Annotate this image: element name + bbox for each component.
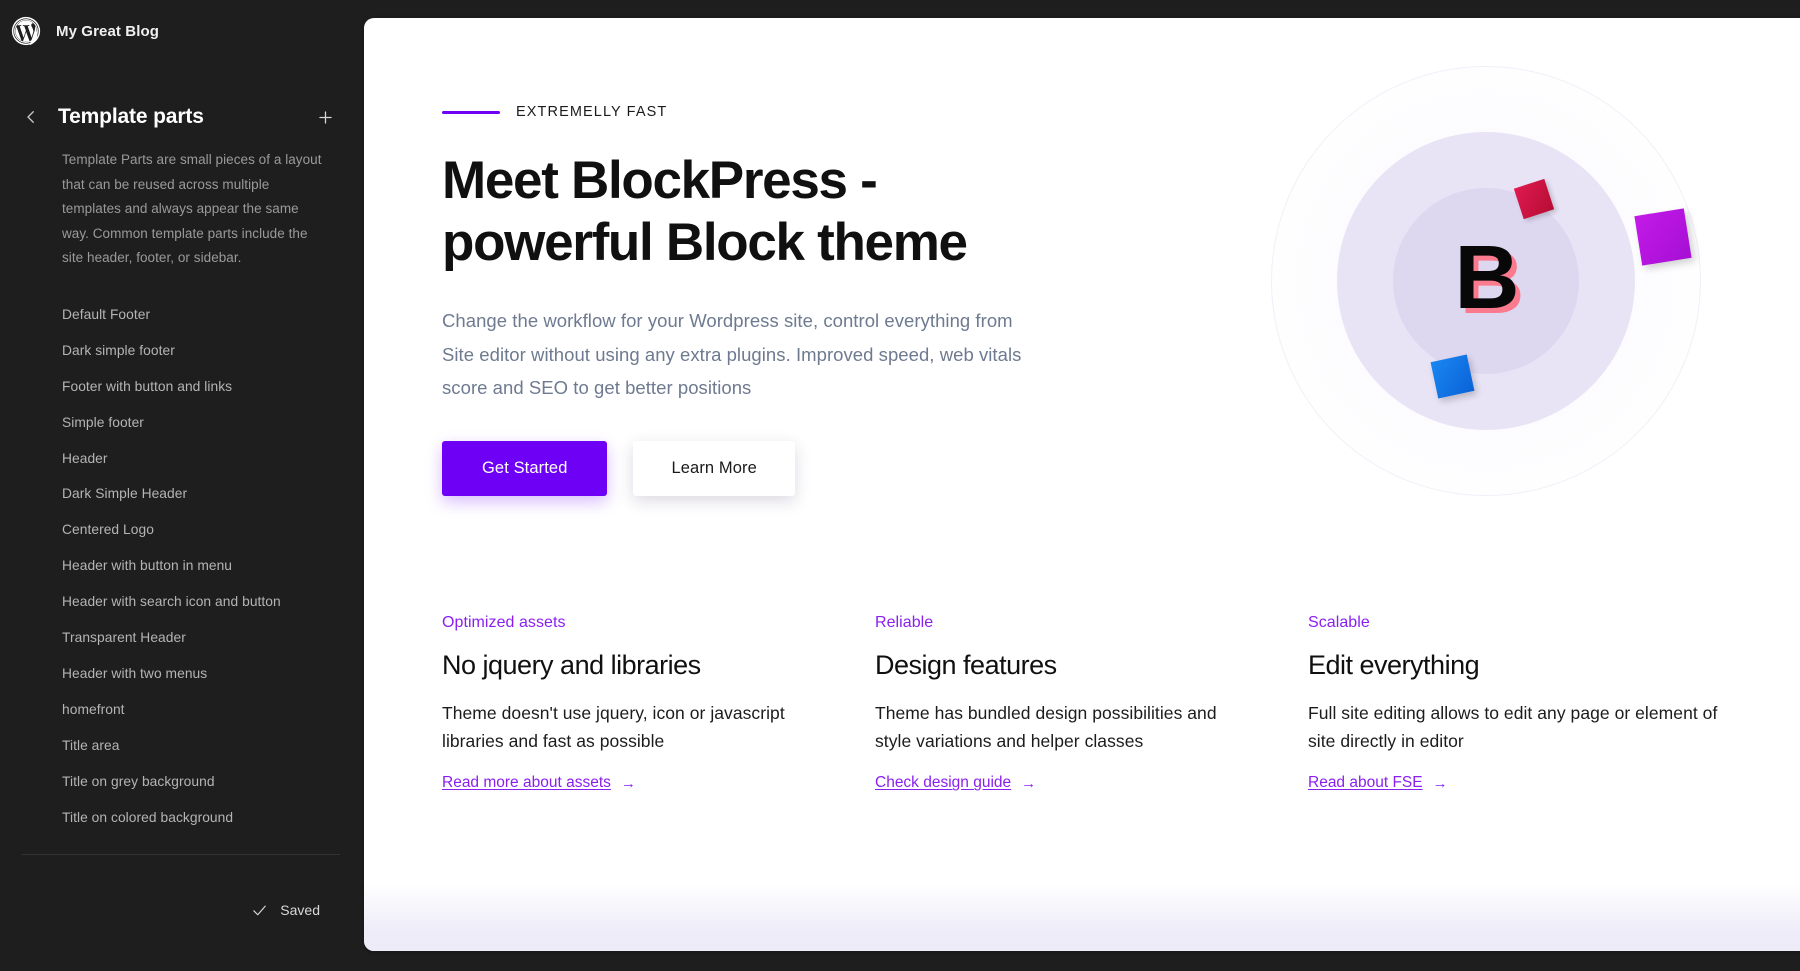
feature-tag: Optimized assets <box>442 613 566 631</box>
list-item[interactable]: Header <box>0 441 364 477</box>
list-item[interactable]: Title area <box>0 728 364 764</box>
feature-column: Reliable Design features Theme has bundl… <box>875 614 1308 792</box>
features-section: Optimized assets No jquery and libraries… <box>364 496 1800 792</box>
site-bar: My Great Blog <box>0 0 364 62</box>
list-item[interactable]: Header with button in menu <box>0 548 364 584</box>
arrow-right-icon: → <box>1432 774 1448 792</box>
arrow-right-icon: → <box>1021 774 1037 792</box>
feature-description[interactable]: Full site editing allows to edit any pag… <box>1308 699 1741 755</box>
eyebrow-rule-icon <box>442 110 500 114</box>
feature-column: Optimized assets No jquery and libraries… <box>442 614 875 792</box>
editor-sidebar: My Great Blog Template parts Template Pa… <box>0 0 364 971</box>
feature-link-text: Check design guide <box>875 774 1012 792</box>
page-title: Template parts <box>58 105 204 128</box>
feature-title[interactable]: Design features <box>875 649 1253 681</box>
feature-title[interactable]: No jquery and libraries <box>442 649 820 681</box>
list-item[interactable]: Dark Simple Header <box>0 476 364 512</box>
hero-eyebrow-text: EXTREMELLY FAST <box>516 104 668 120</box>
panel-header: Template parts <box>0 62 364 132</box>
arrow-right-icon: → <box>620 774 636 792</box>
hero-subtitle[interactable]: Change the workflow for your Wordpress s… <box>442 304 1042 405</box>
wordpress-icon[interactable] <box>10 15 42 47</box>
feature-link-text: Read about FSE <box>1308 774 1423 792</box>
hero-title[interactable]: Meet BlockPress - powerful Block theme <box>442 150 1042 274</box>
list-item[interactable]: Transparent Header <box>0 620 364 656</box>
feature-column: Scalable Edit everything Full site editi… <box>1308 614 1741 792</box>
feature-tag: Scalable <box>1308 613 1370 631</box>
rotated-square-purple-icon <box>1634 208 1692 266</box>
site-title: My Great Blog <box>56 22 159 40</box>
hero-eyebrow: EXTREMELLY FAST <box>442 104 1062 120</box>
feature-description[interactable]: Theme has bundled design possibilities a… <box>875 699 1253 755</box>
checkmark-icon <box>251 902 268 919</box>
feature-link[interactable]: Read more about assets → <box>442 774 636 792</box>
plus-icon[interactable] <box>310 102 340 132</box>
list-item[interactable]: Dark simple footer <box>0 333 364 369</box>
hero-cta-group: Get Started Learn More <box>442 440 1062 496</box>
editor-canvas[interactable]: EXTREMELLY FAST Meet BlockPress - powerf… <box>364 18 1800 951</box>
feature-link-text: Read more about assets <box>442 774 611 792</box>
list-item[interactable]: Header with two menus <box>0 656 364 692</box>
editor-canvas-wrapper: EXTREMELLY FAST Meet BlockPress - powerf… <box>364 0 1800 971</box>
sidebar-divider <box>22 853 340 855</box>
feature-link[interactable]: Read about FSE → <box>1308 774 1448 792</box>
status-badge: Saved <box>280 902 320 918</box>
learn-more-button[interactable]: Learn More <box>633 440 795 496</box>
get-started-button[interactable]: Get Started <box>442 440 608 496</box>
list-item[interactable]: Centered Logo <box>0 512 364 548</box>
feature-title[interactable]: Edit everything <box>1308 649 1741 681</box>
rotated-square-blue-icon <box>1430 354 1475 399</box>
list-item[interactable]: Title on colored background <box>0 800 364 836</box>
hero-content: EXTREMELLY FAST Meet BlockPress - powerf… <box>442 104 1062 496</box>
feature-link[interactable]: Check design guide → <box>875 774 1036 792</box>
list-item[interactable]: homefront <box>0 692 364 728</box>
list-item[interactable]: Default Footer <box>0 297 364 333</box>
feature-description[interactable]: Theme doesn't use jquery, icon or javasc… <box>442 699 820 755</box>
list-item[interactable]: Header with search icon and button <box>0 584 364 620</box>
hero-section: EXTREMELLY FAST Meet BlockPress - powerf… <box>364 18 1800 496</box>
list-item[interactable]: Title on grey background <box>0 764 364 800</box>
list-item[interactable]: Simple footer <box>0 405 364 441</box>
save-status-bar: Saved <box>0 885 364 971</box>
canvas-bottom-gradient <box>364 883 1800 951</box>
template-parts-list: Default Footer Dark simple footer Footer… <box>0 271 364 836</box>
hero-illustration: B <box>1271 66 1701 496</box>
blockpress-letter-b: B <box>1454 228 1520 328</box>
feature-tag: Reliable <box>875 613 934 631</box>
panel-description: Template Parts are small pieces of a lay… <box>62 152 322 266</box>
chevron-left-icon[interactable] <box>16 102 46 132</box>
list-item[interactable]: Footer with button and links <box>0 369 364 405</box>
site-editor-app: My Great Blog Template parts Template Pa… <box>0 0 1800 971</box>
